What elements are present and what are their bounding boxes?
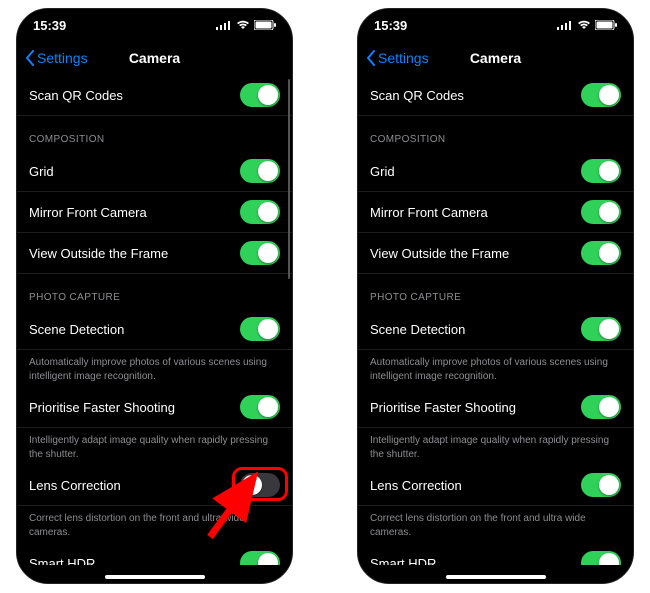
toggle-scan-qr[interactable] — [581, 83, 621, 107]
chevron-left-icon — [366, 50, 376, 66]
toggle-scan-qr[interactable] — [240, 83, 280, 107]
scrollbar[interactable] — [288, 79, 290, 279]
toggle-grid[interactable] — [240, 159, 280, 183]
row-label: Scene Detection — [29, 322, 124, 337]
row-label: Scan QR Codes — [29, 88, 123, 103]
row-prioritise-faster-shooting[interactable]: Prioritise Faster Shooting — [17, 387, 292, 428]
phone-right: 15:39 Settings Camera Scan QR Codes COMP… — [357, 8, 634, 584]
row-label: Scan QR Codes — [370, 88, 464, 103]
status-icons — [216, 20, 276, 30]
row-view-outside-frame[interactable]: View Outside the Frame — [17, 233, 292, 274]
toggle-lens-correction[interactable] — [581, 473, 621, 497]
battery-icon — [254, 20, 276, 30]
home-indicator[interactable] — [105, 575, 205, 579]
status-bar: 15:39 — [17, 9, 292, 41]
toggle-smart-hdr[interactable] — [581, 551, 621, 565]
row-grid[interactable]: Grid — [17, 151, 292, 192]
back-label: Settings — [37, 50, 88, 66]
row-label: Mirror Front Camera — [29, 205, 147, 220]
row-label: Mirror Front Camera — [370, 205, 488, 220]
footer-scene-detection: Automatically improve photos of various … — [17, 350, 292, 387]
row-label: View Outside the Frame — [29, 246, 168, 261]
status-time: 15:39 — [374, 18, 407, 33]
toggle-scene-detection[interactable] — [240, 317, 280, 341]
row-smart-hdr[interactable]: Smart HDR — [17, 543, 292, 565]
back-label: Settings — [378, 50, 429, 66]
row-lens-correction[interactable]: Lens Correction — [358, 465, 633, 506]
row-label: Prioritise Faster Shooting — [370, 400, 516, 415]
settings-list: Scan QR Codes COMPOSITION Grid Mirror Fr… — [17, 75, 292, 565]
section-header-photo-capture: PHOTO CAPTURE — [358, 274, 633, 309]
row-label: Grid — [29, 164, 54, 179]
row-prioritise-faster-shooting[interactable]: Prioritise Faster Shooting — [358, 387, 633, 428]
row-view-outside-frame[interactable]: View Outside the Frame — [358, 233, 633, 274]
footer-prioritise: Intelligently adapt image quality when r… — [358, 428, 633, 465]
section-header-composition: COMPOSITION — [358, 116, 633, 151]
footer-lens-correction: Correct lens distortion on the front and… — [358, 506, 633, 543]
toggle-view-outside[interactable] — [581, 241, 621, 265]
row-scene-detection[interactable]: Scene Detection — [17, 309, 292, 350]
status-bar: 15:39 — [358, 9, 633, 41]
status-icons — [557, 20, 617, 30]
toggle-prioritise[interactable] — [581, 395, 621, 419]
back-button[interactable]: Settings — [25, 50, 88, 66]
row-lens-correction[interactable]: Lens Correction — [17, 465, 292, 506]
row-smart-hdr[interactable]: Smart HDR — [358, 543, 633, 565]
wifi-icon — [577, 20, 591, 30]
toggle-grid[interactable] — [581, 159, 621, 183]
toggle-lens-correction[interactable] — [240, 473, 280, 497]
phone-left: 15:39 Settings Camera Scan QR Codes COMP… — [16, 8, 293, 584]
footer-scene-detection: Automatically improve photos of various … — [358, 350, 633, 387]
row-scan-qr[interactable]: Scan QR Codes — [17, 75, 292, 116]
navigation-bar: Settings Camera — [17, 41, 292, 75]
toggle-scene-detection[interactable] — [581, 317, 621, 341]
row-mirror-front-camera[interactable]: Mirror Front Camera — [17, 192, 292, 233]
toggle-mirror[interactable] — [581, 200, 621, 224]
wifi-icon — [236, 20, 250, 30]
signal-icon — [557, 20, 573, 30]
row-grid[interactable]: Grid — [358, 151, 633, 192]
toggle-view-outside[interactable] — [240, 241, 280, 265]
toggle-prioritise[interactable] — [240, 395, 280, 419]
signal-icon — [216, 20, 232, 30]
settings-list: Scan QR Codes COMPOSITION Grid Mirror Fr… — [358, 75, 633, 565]
navigation-bar: Settings Camera — [358, 41, 633, 75]
battery-icon — [595, 20, 617, 30]
row-label: Scene Detection — [370, 322, 465, 337]
row-label: Lens Correction — [29, 478, 121, 493]
back-button[interactable]: Settings — [366, 50, 429, 66]
row-scan-qr[interactable]: Scan QR Codes — [358, 75, 633, 116]
status-time: 15:39 — [33, 18, 66, 33]
row-label: Smart HDR — [29, 556, 95, 566]
row-scene-detection[interactable]: Scene Detection — [358, 309, 633, 350]
footer-lens-correction: Correct lens distortion on the front and… — [17, 506, 292, 543]
toggle-smart-hdr[interactable] — [240, 551, 280, 565]
toggle-mirror[interactable] — [240, 200, 280, 224]
section-header-composition: COMPOSITION — [17, 116, 292, 151]
row-label: Smart HDR — [370, 556, 436, 566]
row-mirror-front-camera[interactable]: Mirror Front Camera — [358, 192, 633, 233]
row-label: Grid — [370, 164, 395, 179]
footer-prioritise: Intelligently adapt image quality when r… — [17, 428, 292, 465]
row-label: View Outside the Frame — [370, 246, 509, 261]
row-label: Prioritise Faster Shooting — [29, 400, 175, 415]
row-label: Lens Correction — [370, 478, 462, 493]
home-indicator[interactable] — [446, 575, 546, 579]
section-header-photo-capture: PHOTO CAPTURE — [17, 274, 292, 309]
chevron-left-icon — [25, 50, 35, 66]
